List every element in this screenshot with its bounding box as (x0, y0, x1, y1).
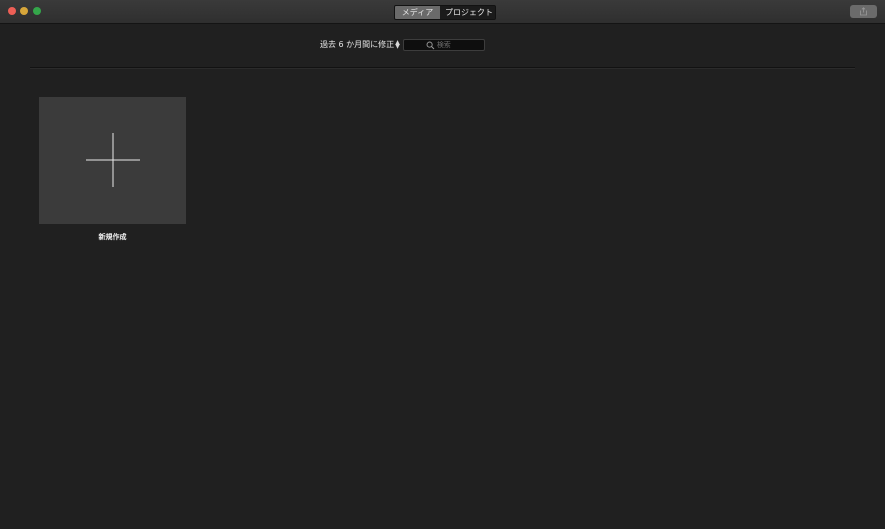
date-filter-label: 過去 6 か月間に修正 (320, 40, 395, 49)
title-bar: メディア プロジェクト (0, 0, 885, 24)
view-switcher: メディア プロジェクト (394, 5, 496, 20)
tab-media[interactable]: メディア (395, 6, 440, 19)
search-field[interactable]: 検索 (402, 39, 485, 51)
app-window: メディア プロジェクト 過去 6 か月間に修正 ▲ ▼ 検索 新規作成 (0, 0, 885, 529)
zoom-window-button[interactable] (33, 7, 41, 15)
date-filter-popup[interactable]: 過去 6 か月間に修正 ▲ ▼ (320, 38, 400, 52)
share-button[interactable] (850, 5, 877, 18)
new-project-label: 新規作成 (98, 233, 127, 241)
search-icon (426, 41, 435, 50)
search-placeholder: 検索 (436, 41, 451, 49)
plus-icon (86, 133, 140, 187)
divider (30, 67, 855, 69)
new-project-tile[interactable] (39, 97, 186, 224)
minimize-window-button[interactable] (20, 7, 28, 15)
tab-projects[interactable]: プロジェクト (440, 6, 495, 19)
updown-chevron-icon: ▲ ▼ (395, 39, 400, 50)
filter-bar: 過去 6 か月間に修正 ▲ ▼ 検索 (320, 38, 485, 52)
share-icon (860, 7, 867, 16)
close-window-button[interactable] (8, 7, 16, 15)
